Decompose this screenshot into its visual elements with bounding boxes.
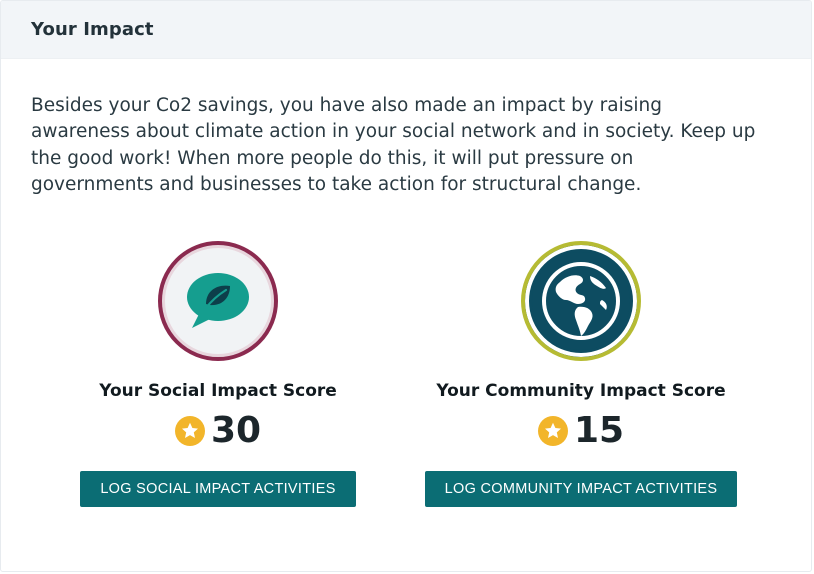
log-community-impact-button[interactable]: LOG COMMUNITY IMPACT ACTIVITIES [424,471,738,507]
log-social-impact-button[interactable]: LOG SOCIAL IMPACT ACTIVITIES [80,471,356,507]
community-impact-section: Your Community Impact Score 15 LOG COMMU… [401,241,761,507]
speech-bubble-leaf-icon [158,241,278,361]
card-title: Your Impact [31,19,154,40]
impact-card: Your Impact Besides your Co2 savings, yo… [0,0,812,572]
community-score-label: Your Community Impact Score [436,381,726,401]
social-score-label: Your Social Impact Score [99,381,337,401]
card-header: Your Impact [1,1,811,59]
star-icon [174,416,205,446]
star-icon [537,416,568,446]
social-score-row: 30 [174,410,262,451]
social-score-value: 30 [210,410,262,451]
community-score-value: 15 [573,410,625,451]
social-impact-section: Your Social Impact Score 30 LOG SOCIAL I… [38,241,398,507]
impact-description: Besides your Co2 savings, you have also … [31,95,756,195]
globe-icon [521,241,641,361]
community-score-row: 15 [537,410,625,451]
